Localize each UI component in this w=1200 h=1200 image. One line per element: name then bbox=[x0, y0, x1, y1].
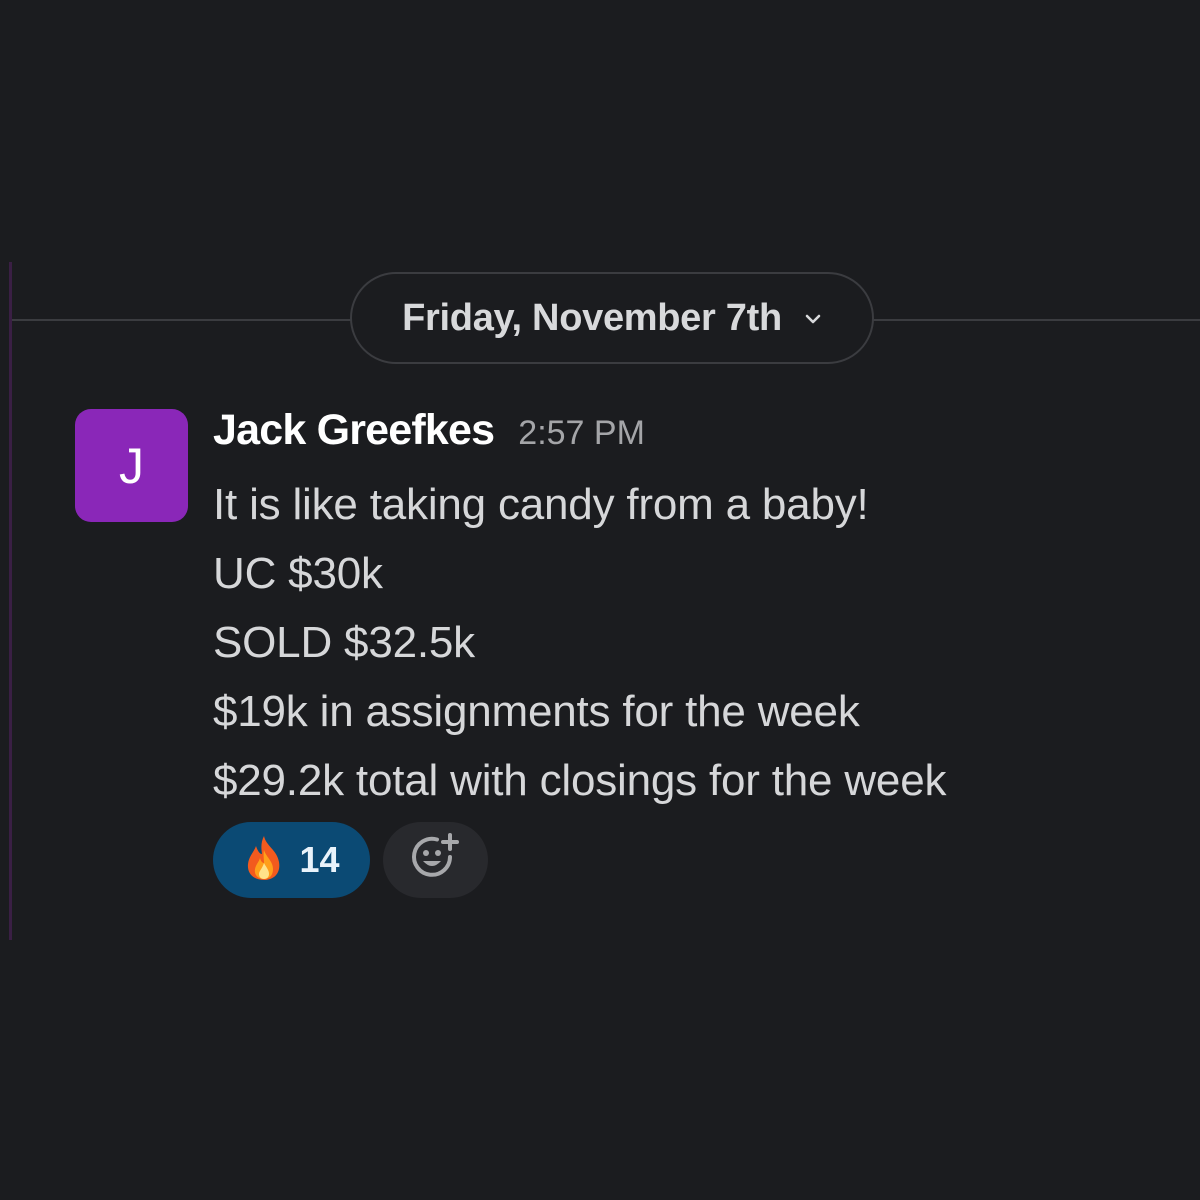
date-label: Friday, November 7th bbox=[402, 296, 782, 339]
message-line: It is like taking candy from a baby! bbox=[213, 480, 869, 529]
add-reaction-button[interactable] bbox=[383, 822, 488, 898]
message-line: $29.2k total with closings for the week bbox=[213, 756, 947, 805]
message-line: SOLD $32.5k bbox=[213, 618, 475, 667]
date-divider-button[interactable]: Friday, November 7th bbox=[350, 272, 874, 364]
reaction-fire-button[interactable]: 14 bbox=[213, 822, 370, 898]
reaction-bar: 14 bbox=[213, 822, 488, 898]
message-line: $19k in assignments for the week bbox=[213, 687, 860, 736]
avatar[interactable]: J bbox=[75, 409, 188, 522]
message-line: UC $30k bbox=[213, 549, 383, 598]
fire-icon bbox=[243, 834, 285, 887]
unread-accent-bar bbox=[9, 262, 12, 940]
reaction-count: 14 bbox=[299, 839, 340, 880]
message-timestamp[interactable]: 2:57 PM bbox=[518, 414, 645, 453]
message-body: It is like taking candy from a baby! UC … bbox=[213, 470, 946, 815]
chevron-down-icon bbox=[804, 310, 822, 328]
sender-name[interactable]: Jack Greefkes bbox=[213, 406, 495, 455]
message-header: Jack Greefkes 2:57 PM bbox=[213, 406, 645, 455]
chat-view: Friday, November 7th J Jack Greefkes 2:5… bbox=[0, 0, 1200, 1200]
add-emoji-icon bbox=[409, 831, 463, 890]
avatar-initial: J bbox=[119, 437, 144, 494]
